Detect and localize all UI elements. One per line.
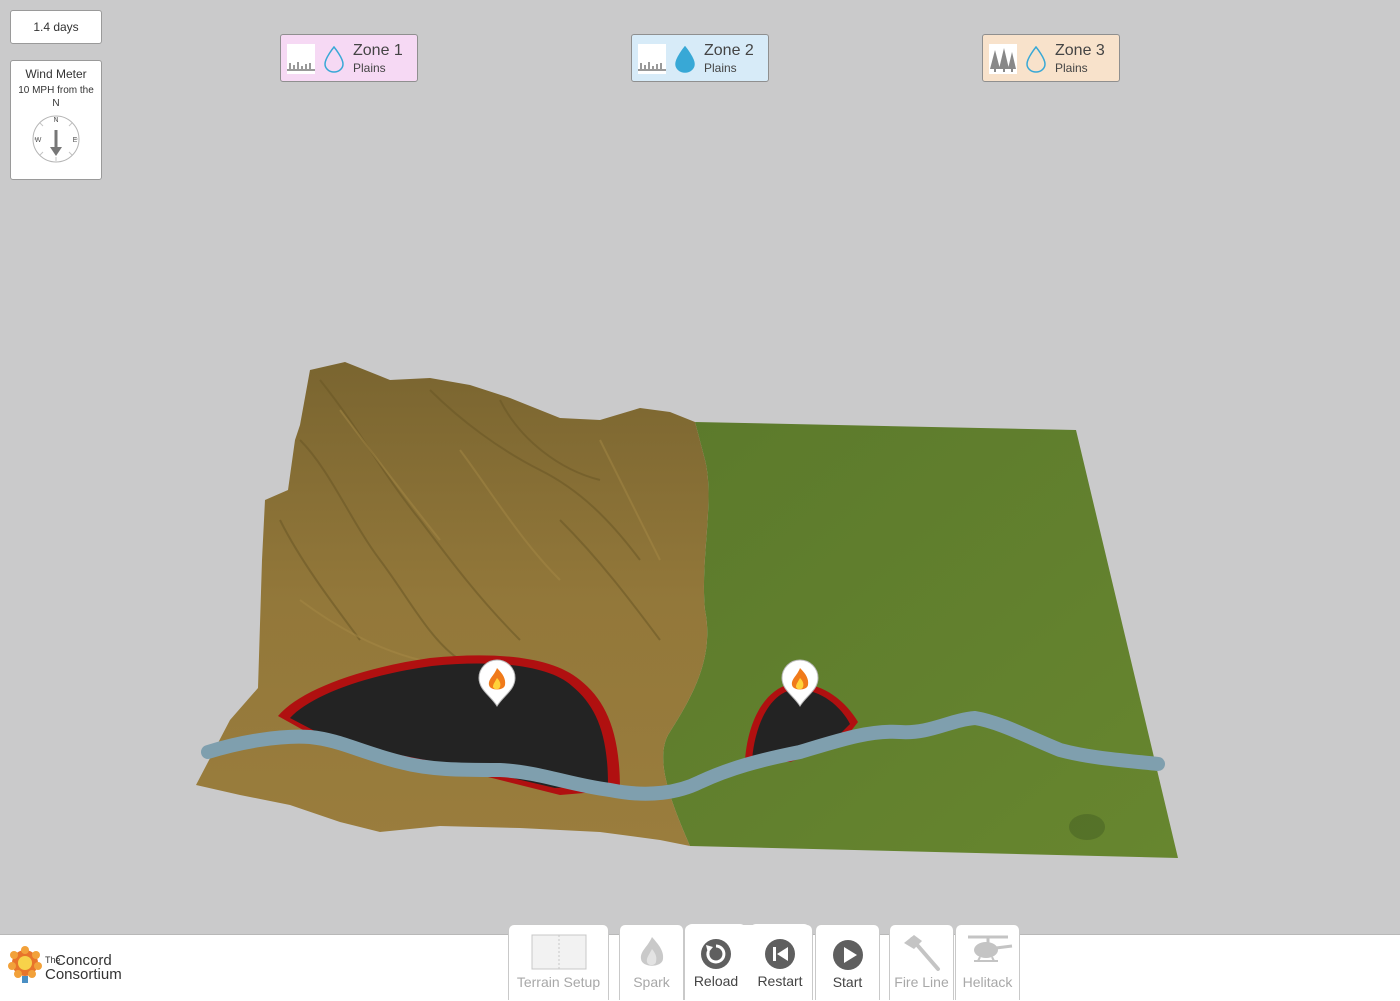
axe-icon: [903, 935, 940, 971]
fire-line-label: Fire Line: [894, 974, 949, 990]
helicopter-icon: [967, 935, 1012, 962]
terrain-view[interactable]: [0, 0, 1400, 934]
start-label: Start: [832, 974, 863, 990]
terrain-zone-green: [663, 422, 1178, 858]
start-button[interactable]: Start: [815, 924, 880, 1000]
terrain-setup-icon: [531, 934, 586, 970]
reload-icon: [701, 939, 731, 969]
helitack-button[interactable]: Helitack: [955, 924, 1020, 1000]
restart-icon: [765, 939, 795, 969]
concord-logo-icon: [8, 946, 42, 983]
concord-consortium-logo: The Concord Consortium: [8, 946, 122, 991]
logo-consortium: Consortium: [45, 966, 122, 983]
reload-button[interactable]: Reload: [686, 924, 746, 1000]
spark-icon: [640, 937, 663, 966]
terrain-setup-button[interactable]: Terrain Setup: [508, 924, 609, 1000]
helitack-label: Helitack: [962, 974, 1013, 990]
terrain-setup-label: Terrain Setup: [516, 974, 601, 990]
spark-button[interactable]: Spark: [619, 924, 684, 1000]
fire-line-button[interactable]: Fire Line: [889, 924, 954, 1000]
spark-label: Spark: [633, 974, 670, 990]
restart-label: Restart: [757, 973, 803, 989]
play-icon: [832, 940, 863, 970]
restart-button[interactable]: Restart: [750, 924, 810, 1000]
reload-label: Reload: [693, 973, 739, 989]
